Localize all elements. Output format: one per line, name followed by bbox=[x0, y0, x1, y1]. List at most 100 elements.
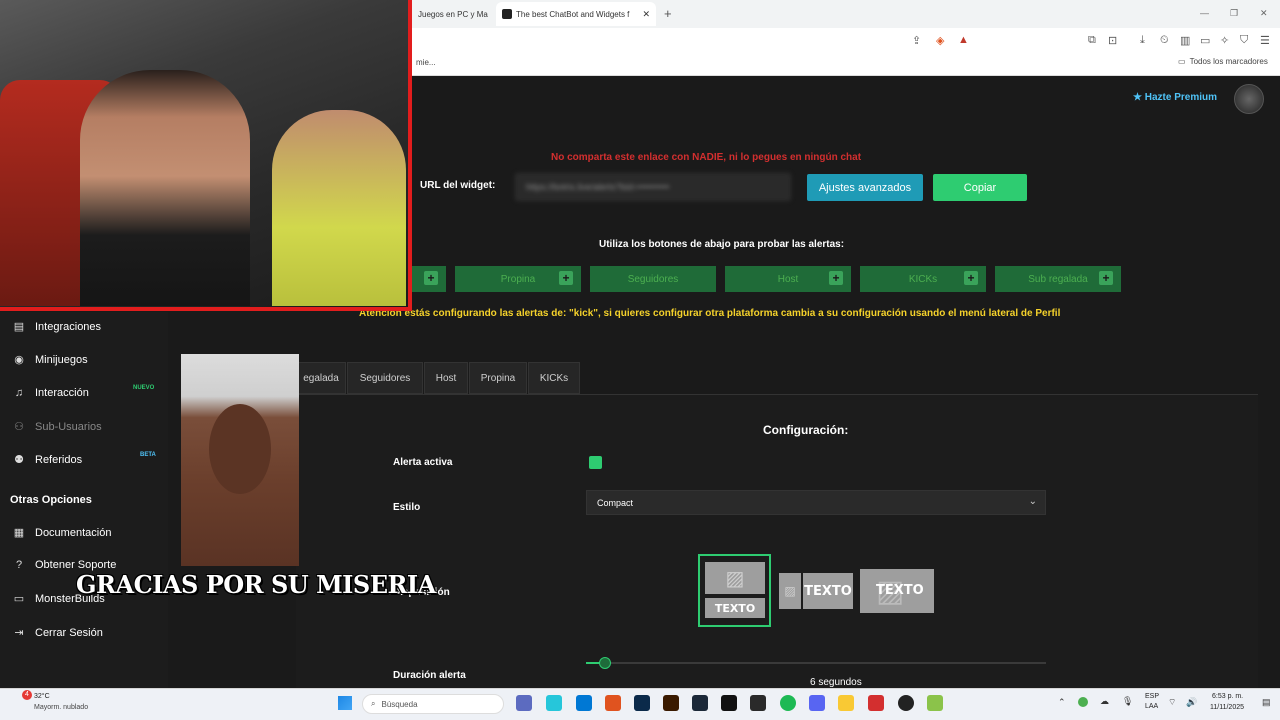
weather-temp[interactable]: 32°C bbox=[34, 693, 50, 700]
menu-icon[interactable]: ☰ bbox=[1260, 34, 1270, 47]
new-badge: NUEVO bbox=[133, 385, 155, 391]
image-placeholder-icon: ▨ bbox=[705, 562, 765, 594]
book-icon: ▦ bbox=[13, 527, 25, 539]
obs-icon[interactable] bbox=[898, 695, 914, 711]
clock-date[interactable]: 11/11/2025 bbox=[1210, 704, 1244, 711]
config-panel bbox=[296, 394, 1258, 688]
sidebar-item-cerrar-sesion[interactable]: ⇥ Cerrar Sesión bbox=[12, 626, 102, 640]
language-top[interactable]: ESP bbox=[1145, 693, 1159, 700]
sidebar-item-interaccion[interactable]: ♫ Interacción bbox=[12, 387, 89, 399]
bookmark-item[interactable]: mie... bbox=[416, 58, 436, 67]
epic-games-icon[interactable] bbox=[750, 695, 766, 711]
duration-slider-handle[interactable] bbox=[599, 657, 611, 669]
download-icon[interactable]: ⤓ bbox=[1140, 34, 1145, 47]
close-window-icon[interactable]: ✕ bbox=[1260, 8, 1268, 19]
extensions-icon[interactable]: ⧉ bbox=[1088, 34, 1096, 47]
file-explorer-icon[interactable] bbox=[838, 695, 854, 711]
sidebar-item-label: Integraciones bbox=[35, 320, 102, 333]
all-bookmarks-folder[interactable]: ▭ Todos los marcadores bbox=[1178, 57, 1268, 66]
layout-option-overlay[interactable]: ▨ TEXTO bbox=[860, 569, 934, 613]
steam-icon[interactable] bbox=[692, 695, 708, 711]
history-icon[interactable]: ⏲ bbox=[1160, 34, 1169, 47]
tray-chevron-icon[interactable]: ⌃ bbox=[1058, 697, 1066, 708]
advanced-settings-button[interactable]: Ajustes avanzados bbox=[807, 174, 923, 201]
plus-icon: + bbox=[964, 271, 978, 285]
volume-icon[interactable]: 🔊 bbox=[1186, 697, 1197, 708]
layout-option-side[interactable]: ▨ TEXTO bbox=[779, 573, 853, 609]
tab-host[interactable]: Host bbox=[424, 362, 468, 394]
wps-icon[interactable] bbox=[868, 695, 884, 711]
onedrive-icon[interactable]: ☁ bbox=[1100, 696, 1109, 707]
spotify-icon[interactable] bbox=[780, 695, 796, 711]
search-icon: ⌕ bbox=[371, 699, 376, 708]
tab-propina[interactable]: Propina bbox=[469, 362, 527, 394]
layout-option-stacked[interactable]: ▨ TEXTO bbox=[698, 554, 771, 627]
sidebar-item-documentacion[interactable]: ▦ Documentación bbox=[12, 526, 112, 540]
plus-icon: + bbox=[1099, 271, 1113, 285]
layout-text: TEXTO bbox=[714, 601, 756, 615]
test-propina-button[interactable]: Propina + bbox=[455, 266, 581, 292]
vpn-icon[interactable]: ⛉ bbox=[1240, 34, 1248, 47]
gamepad-icon: ◉ bbox=[14, 354, 24, 366]
browser-tab-games[interactable]: Juegos en PC y Ma bbox=[412, 2, 496, 26]
wallet-icon[interactable]: ▭ bbox=[1200, 34, 1210, 47]
sidebar-item-label: Referidos bbox=[35, 453, 83, 466]
sidebar-icon[interactable]: ▥ bbox=[1180, 34, 1190, 47]
url-warning: No comparta este enlace con NADIE, ni lo… bbox=[551, 152, 862, 163]
avatar[interactable] bbox=[1234, 84, 1264, 114]
sidebar-item-integraciones[interactable]: ▤ Integraciones bbox=[12, 320, 102, 334]
search-placeholder: Búsqueda bbox=[381, 699, 418, 709]
task-view-icon[interactable] bbox=[516, 695, 532, 711]
alert-active-checkbox[interactable] bbox=[589, 456, 602, 469]
bluestacks-icon[interactable] bbox=[927, 695, 943, 711]
tab-kicks[interactable]: KICKs bbox=[528, 362, 580, 394]
browser-tab-chatbot[interactable]: The best ChatBot and Widgets f ✕ bbox=[496, 2, 656, 26]
share-icon[interactable]: ⇪ bbox=[912, 34, 921, 47]
copy-button[interactable]: Copiar bbox=[933, 174, 1027, 201]
clock-time[interactable]: 6:53 p. m. bbox=[1212, 693, 1243, 700]
copilot-icon[interactable] bbox=[546, 695, 562, 711]
leo-icon[interactable]: ✧ bbox=[1220, 34, 1229, 47]
meme-face bbox=[209, 404, 271, 494]
test-host-button[interactable]: Host + bbox=[725, 266, 851, 292]
notifications-icon[interactable]: ▤ bbox=[1262, 697, 1271, 708]
maximize-icon[interactable]: ❐ bbox=[1230, 8, 1238, 19]
sidebar-item-minijuegos[interactable]: ◉ Minijuegos bbox=[12, 353, 87, 367]
tiktok-icon[interactable] bbox=[721, 695, 737, 711]
store-icon[interactable] bbox=[576, 695, 592, 711]
illustrator-icon[interactable] bbox=[663, 695, 679, 711]
taskbar-search[interactable]: ⌕ Búsqueda bbox=[362, 694, 504, 714]
folder-label: Todos los marcadores bbox=[1189, 57, 1268, 66]
test-seguidores-button[interactable]: Seguidores bbox=[590, 266, 716, 292]
plus-icon: + bbox=[829, 271, 843, 285]
duration-slider-track[interactable] bbox=[586, 662, 1046, 664]
premium-link[interactable]: ★ Hazte Premium bbox=[1133, 92, 1217, 103]
weather-desc[interactable]: Mayorm. nublado bbox=[34, 704, 88, 711]
plus-icon: + bbox=[559, 271, 573, 285]
language-bottom[interactable]: LAA bbox=[1145, 703, 1158, 710]
test-kicks-button[interactable]: KICKs + bbox=[860, 266, 986, 292]
tab-seguidores[interactable]: Seguidores bbox=[347, 362, 423, 394]
style-select[interactable]: Compact ⌄ bbox=[586, 490, 1046, 515]
music-icon: ♫ bbox=[14, 387, 24, 399]
widget-url-input[interactable]: https://botrix.live/alerts?bid=•••••••••… bbox=[515, 173, 791, 201]
tray-app-icon[interactable] bbox=[1078, 697, 1088, 707]
test-sub-regalada-button[interactable]: Sub regalada + bbox=[995, 266, 1121, 292]
rewards-icon[interactable]: ▲ bbox=[958, 34, 969, 46]
test-sub-button[interactable]: + bbox=[412, 266, 446, 292]
translate-icon[interactable]: ⊡ bbox=[1108, 34, 1117, 47]
sidebar-item-referidos[interactable]: ⚉ Referidos bbox=[12, 453, 83, 467]
sidebar-section-title: Otras Opciones bbox=[10, 494, 92, 506]
tab-sub-regalada[interactable]: egalada bbox=[296, 362, 346, 394]
discord-icon[interactable] bbox=[809, 695, 825, 711]
wifi-icon[interactable]: ⌔ bbox=[1168, 697, 1176, 708]
brave-shield-icon[interactable]: ◈ bbox=[936, 34, 944, 47]
minimize-icon[interactable]: — bbox=[1200, 8, 1209, 18]
photoshop-icon[interactable] bbox=[634, 695, 650, 711]
windows-start-icon[interactable] bbox=[338, 696, 352, 710]
close-tab-icon[interactable]: ✕ bbox=[642, 9, 650, 20]
microphone-icon[interactable]: 🎙 bbox=[1122, 696, 1133, 707]
new-tab-button[interactable]: + bbox=[664, 6, 672, 21]
sidebar-item-sub-usuarios[interactable]: ⚇ Sub-Usuarios bbox=[12, 420, 102, 434]
brave-icon[interactable] bbox=[605, 695, 621, 711]
